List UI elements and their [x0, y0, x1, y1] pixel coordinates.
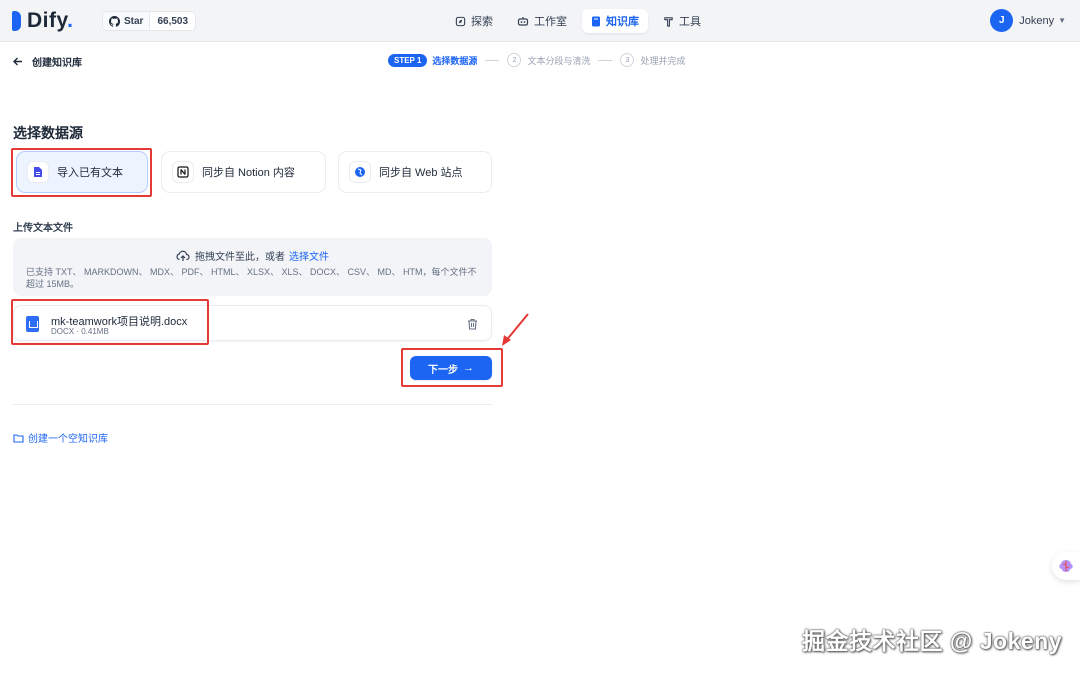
next-step-label: 下一步 — [428, 364, 458, 376]
github-star-count: 66,503 — [157, 15, 189, 27]
create-empty-knowledge-link[interactable]: 创建一个空知识库 — [13, 430, 108, 445]
arrow-right-icon: → — [463, 362, 474, 374]
file-dropzone[interactable]: 拖拽文件至此，或者 选择文件 已支持 TXT、 MARKDOWN、 MDX、 P… — [13, 238, 492, 296]
github-icon — [109, 15, 120, 27]
folder-icon — [13, 433, 24, 443]
nav-knowledge[interactable]: 知识库 — [582, 9, 648, 33]
uploaded-file-item[interactable]: mk-teamwork项目说明.docx DOCX · 0.41MB — [13, 305, 492, 341]
nav-studio-label: 工作室 — [534, 16, 567, 28]
notion-icon — [172, 161, 194, 183]
top-navbar: Dify. Star 66,503 探索 工作室 知识库 工具 J Jokeny… — [0, 0, 1080, 42]
step-divider — [485, 59, 500, 61]
step-divider — [598, 59, 613, 61]
file-text-icon — [27, 161, 49, 183]
step-1-badge: STEP 1 — [388, 53, 428, 67]
app-name: Dify — [27, 9, 68, 32]
step-3-number: 3 — [620, 53, 635, 67]
step-3-label: 处理并完成 — [640, 55, 686, 66]
arrow-left-icon — [13, 57, 22, 66]
nav-explore[interactable]: 探索 — [446, 9, 502, 33]
nav-knowledge-label: 知识库 — [606, 16, 639, 28]
app-logo[interactable]: Dify. — [12, 9, 73, 33]
logo-mark-icon — [12, 11, 21, 31]
main-nav: 探索 工作室 知识库 工具 — [446, 9, 716, 33]
divider — [13, 404, 492, 405]
nav-explore-label: 探索 — [471, 16, 493, 28]
next-step-button[interactable]: 下一步 → — [410, 356, 492, 380]
app-name-suffix: . — [67, 9, 74, 32]
robot-icon — [517, 16, 529, 26]
file-meta: DOCX · 0.41MB — [51, 327, 109, 336]
docx-file-icon — [26, 316, 39, 332]
github-star-widget[interactable]: Star 66,503 — [102, 11, 197, 31]
create-empty-knowledge-label: 创建一个空知识库 — [28, 434, 108, 445]
datasource-file-label: 导入已有文本 — [57, 167, 123, 179]
nav-studio[interactable]: 工作室 — [508, 9, 576, 33]
book-icon — [592, 16, 600, 26]
upload-label: 上传文本文件 — [13, 223, 73, 234]
datasource-web[interactable]: 同步自 Web 站点 — [338, 151, 492, 193]
cloud-upload-icon — [176, 250, 190, 261]
datasource-notion[interactable]: 同步自 Notion 内容 — [161, 151, 326, 193]
datasource-file[interactable]: 导入已有文本 — [16, 151, 148, 193]
avatar: J — [990, 9, 1014, 32]
chevron-down-icon: ▼ — [1058, 16, 1066, 25]
section-title: 选择数据源 — [13, 125, 83, 141]
brain-icon — [1059, 560, 1073, 572]
step-2-number: 2 — [507, 53, 522, 67]
datasource-web-label: 同步自 Web 站点 — [379, 167, 463, 179]
page-title: 创建知识库 — [32, 58, 82, 69]
user-name: Jokeny — [1019, 14, 1055, 27]
nav-tools[interactable]: 工具 — [654, 9, 710, 33]
trash-icon[interactable] — [467, 318, 478, 330]
user-menu[interactable]: J Jokeny ▼ — [990, 9, 1066, 32]
dropzone-text: 拖拽文件至此，或者 — [195, 252, 285, 263]
step-2-label: 文本分段与清洗 — [527, 55, 591, 66]
step-1-label: 选择数据源 — [432, 55, 478, 66]
hammer-icon — [664, 16, 673, 27]
globe-icon — [349, 161, 371, 183]
back-button[interactable]: 创建知识库 — [13, 54, 82, 69]
select-file-link[interactable]: 选择文件 — [289, 248, 329, 263]
github-star-button[interactable]: Star — [103, 12, 151, 30]
watermark: 掘金技术社区 @ Jokeny — [802, 628, 1062, 654]
compass-icon — [455, 16, 466, 26]
stepper: STEP 1 选择数据源 2 文本分段与清洗 3 处理并完成 — [388, 53, 685, 67]
datasource-notion-label: 同步自 Notion 内容 — [202, 167, 295, 179]
github-star-label: Star — [124, 15, 144, 27]
floating-assistant-button[interactable] — [1052, 552, 1080, 580]
dropzone-hint: 已支持 TXT、 MARKDOWN、 MDX、 PDF、 HTML、 XLSX、… — [26, 267, 477, 289]
nav-tools-label: 工具 — [679, 16, 701, 28]
